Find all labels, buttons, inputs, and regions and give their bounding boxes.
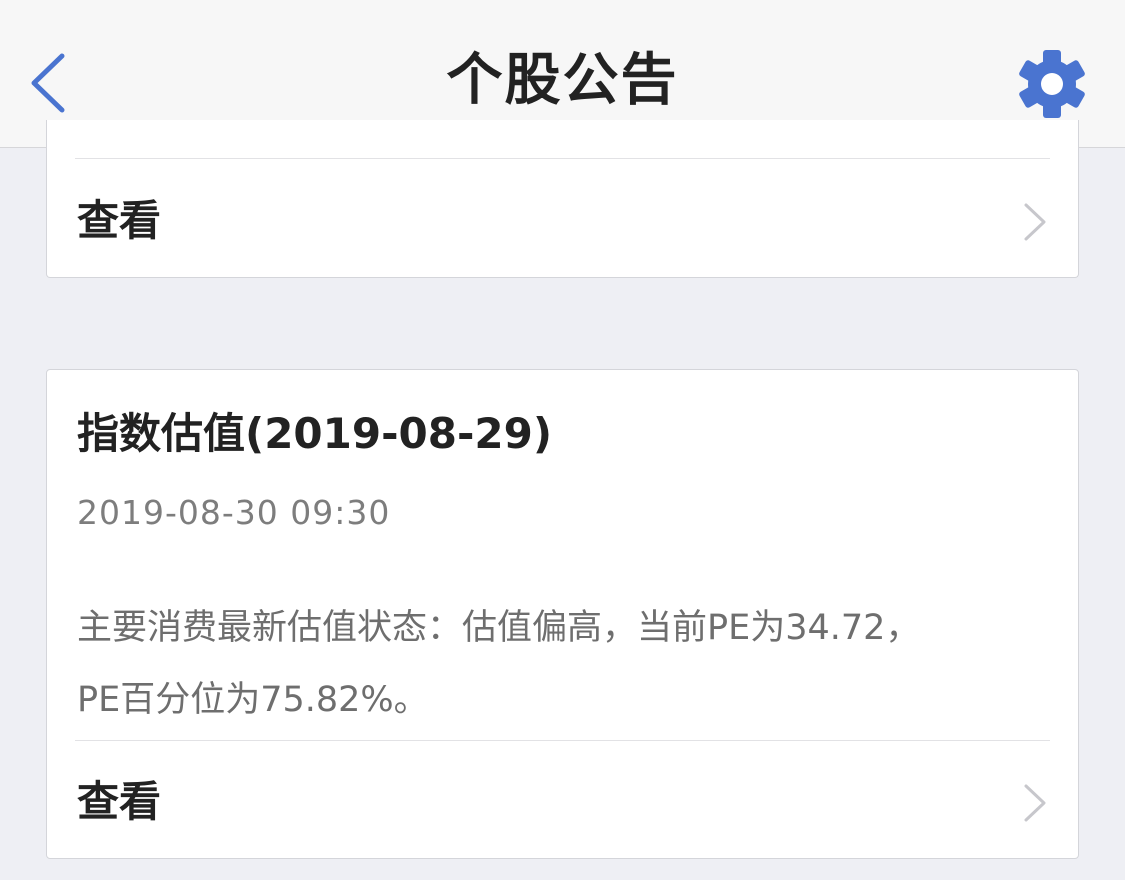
announcement-card: 查看 [46, 120, 1079, 278]
page-title: 个股公告 [446, 48, 679, 113]
divider [75, 158, 1050, 159]
view-row[interactable]: 查看 [47, 160, 1078, 278]
announcement-title: 指数估值(2019-08-29) [77, 409, 553, 458]
body-line: PE百分位为75.82%。 [77, 680, 429, 720]
gear-icon [1019, 50, 1085, 118]
announcement-date: 2019-08-30 09:30 [77, 493, 391, 532]
view-label: 查看 [77, 196, 162, 245]
view-row[interactable]: 查看 [47, 741, 1078, 859]
body-line: 主要消费最新估值状态：估值偏高，当前PE为34.72， [77, 608, 921, 648]
chevron-right-icon [1024, 203, 1046, 241]
announcement-body: 主要消费最新估值状态：估值偏高，当前PE为34.72， PE百分位为75.82%… [77, 592, 1037, 736]
view-label: 查看 [77, 777, 162, 826]
settings-button[interactable] [1010, 44, 1094, 128]
chevron-right-icon [1024, 784, 1046, 822]
announcement-card: 指数估值(2019-08-29) 2019-08-30 09:30 主要消费最新… [46, 369, 1079, 859]
